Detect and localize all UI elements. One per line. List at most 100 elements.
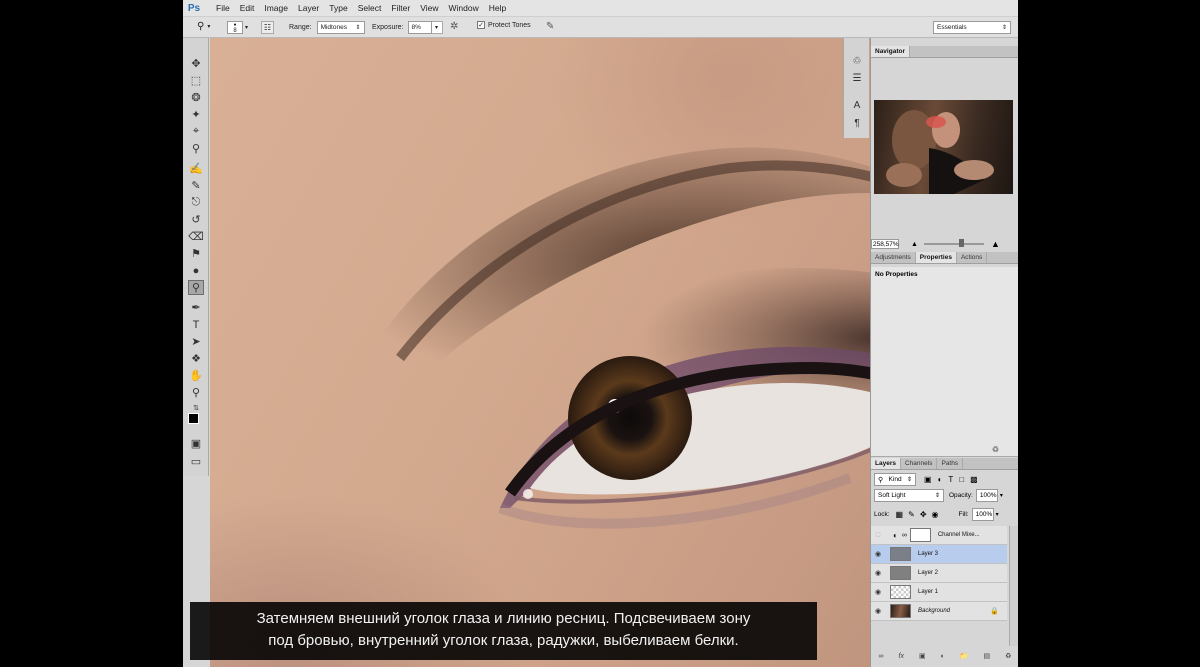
- right-panel-dock: Navigator 258,57% ▲ ▲ Adjustments Proper…: [870, 38, 1018, 667]
- menu-window[interactable]: Window: [443, 3, 483, 13]
- add-mask-icon[interactable]: ▣: [919, 652, 926, 660]
- layer-row-background[interactable]: ◉ Background 🔒: [871, 602, 1007, 621]
- brush-icon[interactable]: ✎: [188, 178, 204, 193]
- visibility-off-icon[interactable]: □: [871, 532, 885, 539]
- protect-tones-toggle[interactable]: ✓ Protect Tones: [477, 21, 531, 29]
- eyedropper-icon[interactable]: ⚲: [188, 141, 204, 156]
- zoom-slider-handle[interactable]: [959, 239, 964, 247]
- fill-input[interactable]: 100%: [971, 508, 994, 521]
- filter-smart-icon[interactable]: ▩: [970, 475, 978, 484]
- hand-icon[interactable]: ✋: [188, 368, 204, 383]
- tab-channels[interactable]: Channels: [901, 458, 938, 469]
- layers-scrollbar[interactable]: [1009, 526, 1018, 646]
- layer-kind-filter[interactable]: ⚲ Kind ⇕: [874, 473, 916, 486]
- filter-type-icon[interactable]: T: [948, 475, 953, 484]
- adjust-sliders-icon[interactable]: ☰: [850, 71, 864, 85]
- eye-icon[interactable]: ◉: [871, 588, 885, 596]
- zoom-in-icon[interactable]: ▲: [991, 239, 1000, 249]
- lock-all-icon[interactable]: ◉: [932, 510, 939, 519]
- dodge-icon[interactable]: ⚲: [188, 280, 204, 295]
- updown-icon: ⇕: [906, 477, 912, 483]
- menu-view[interactable]: View: [415, 3, 443, 13]
- fx-icon[interactable]: fx: [899, 653, 904, 660]
- quick-mask-icon[interactable]: ▣: [188, 436, 204, 451]
- crop-icon[interactable]: ⌖: [188, 124, 204, 139]
- menu-help[interactable]: Help: [484, 3, 511, 13]
- zoom-out-icon[interactable]: ▲: [911, 241, 918, 248]
- menu-select[interactable]: Select: [353, 3, 387, 13]
- chevron-down-icon[interactable]: ▾: [1000, 492, 1003, 499]
- pressure-icon[interactable]: ✎: [546, 21, 554, 32]
- tab-layers[interactable]: Layers: [871, 458, 901, 469]
- blend-mode-select[interactable]: Soft Light ⇕: [874, 489, 944, 502]
- lasso-icon[interactable]: ❂: [188, 90, 204, 105]
- history-icon[interactable]: ♲: [850, 54, 864, 68]
- type-icon[interactable]: T: [188, 317, 204, 332]
- subtitle-line-2: под бровью, внутренний уголок глаза, рад…: [268, 632, 739, 649]
- new-group-icon[interactable]: 📁: [960, 652, 969, 660]
- navigator-thumbnail[interactable]: [874, 100, 1013, 194]
- layer-row-layer-2[interactable]: ◉ Layer 2: [871, 564, 1007, 583]
- zoom-level-input[interactable]: 258,57%: [871, 239, 899, 249]
- tab-adjustments[interactable]: Adjustments: [871, 252, 916, 263]
- tab-paths[interactable]: Paths: [937, 458, 964, 469]
- tab-actions[interactable]: Actions: [957, 252, 988, 263]
- trash-icon[interactable]: ♻: [992, 445, 999, 454]
- paint-bucket-icon[interactable]: ⚑: [188, 246, 204, 261]
- lock-transparent-icon[interactable]: ▦: [896, 510, 904, 519]
- eye-icon[interactable]: ◉: [871, 607, 885, 615]
- layer-row-channel-mixer[interactable]: □ ◐ ∞ Channel Mixe...: [871, 526, 1007, 545]
- tool-preset-picker[interactable]: ⚲ ▾: [197, 21, 210, 32]
- layer-row-layer-3[interactable]: ◉ Layer 3: [871, 545, 1007, 564]
- opacity-input[interactable]: 100%: [975, 489, 998, 502]
- delete-layer-icon[interactable]: ♻: [1005, 652, 1011, 660]
- lock-pixels-icon[interactable]: ✎: [908, 510, 915, 519]
- menu-type[interactable]: Type: [324, 3, 352, 13]
- shape-icon[interactable]: ❖: [188, 351, 204, 366]
- marquee-icon[interactable]: ⬚: [188, 73, 204, 88]
- quick-select-icon[interactable]: ✦: [188, 107, 204, 122]
- zoom-icon[interactable]: ⚲: [188, 385, 204, 400]
- range-select[interactable]: Midtones ⇕: [316, 21, 365, 34]
- exposure-input[interactable]: 8%: [407, 21, 432, 34]
- brush-panel-toggle-icon[interactable]: ☷: [261, 21, 274, 34]
- eye-icon[interactable]: ◉: [871, 569, 885, 577]
- airbrush-icon[interactable]: ✲: [450, 21, 458, 32]
- layer-row-layer-1[interactable]: ◉ Layer 1: [871, 583, 1007, 602]
- menu-image[interactable]: Image: [259, 3, 293, 13]
- exposure-dropdown[interactable]: ▾: [431, 21, 443, 34]
- menu-filter[interactable]: Filter: [386, 3, 415, 13]
- workspace-select[interactable]: Essentials ⇕: [933, 21, 1011, 34]
- filter-shape-icon[interactable]: □: [959, 475, 964, 484]
- healing-icon[interactable]: ✍: [188, 161, 204, 176]
- menu-layer[interactable]: Layer: [293, 3, 324, 13]
- protect-tones-checkbox[interactable]: ✓: [477, 21, 485, 29]
- clone-stamp-icon[interactable]: ⎋: [188, 195, 204, 210]
- lock-position-icon[interactable]: ✥: [920, 510, 927, 519]
- new-layer-icon[interactable]: ▤: [984, 652, 991, 660]
- move-icon[interactable]: ✥: [188, 56, 204, 71]
- tab-navigator[interactable]: Navigator: [871, 46, 910, 57]
- tab-properties[interactable]: Properties: [915, 252, 957, 263]
- screen-mode-icon[interactable]: ▭: [188, 454, 204, 469]
- blur-icon[interactable]: ●: [188, 263, 204, 278]
- brush-size-picker[interactable]: ● 8 ▾: [227, 21, 248, 34]
- history-brush-icon[interactable]: ↺: [188, 212, 204, 227]
- paragraph-icon[interactable]: ¶: [850, 116, 864, 130]
- menu-file[interactable]: File: [211, 3, 235, 13]
- character-icon[interactable]: A: [850, 98, 864, 112]
- layer-name: Channel Mixe...: [937, 532, 980, 538]
- link-layers-icon[interactable]: ∞: [879, 653, 884, 660]
- zoom-slider[interactable]: [924, 243, 984, 245]
- foreground-color-swatch[interactable]: [188, 413, 199, 424]
- exposure-label: Exposure:: [372, 24, 404, 31]
- chevron-down-icon[interactable]: ▾: [996, 511, 999, 518]
- filter-pixel-icon[interactable]: ▣: [924, 475, 932, 484]
- pen-icon[interactable]: ✒: [188, 300, 204, 315]
- path-select-icon[interactable]: ➤: [188, 334, 204, 349]
- menu-edit[interactable]: Edit: [235, 3, 260, 13]
- new-adjustment-icon[interactable]: ◐: [941, 653, 945, 660]
- filter-adjustment-icon[interactable]: ◐: [938, 475, 943, 484]
- eraser-icon[interactable]: ⌫: [188, 229, 204, 244]
- eye-icon[interactable]: ◉: [871, 550, 885, 558]
